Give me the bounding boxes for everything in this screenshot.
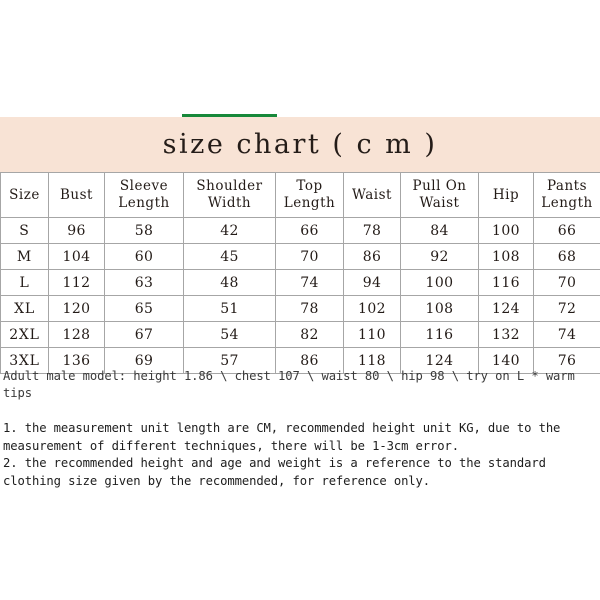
cell-sleeve-length: 60	[104, 243, 184, 270]
cell-top-length: 66	[275, 217, 344, 244]
table-row: L 112 63 48 74 94 100 116 70	[0, 269, 600, 296]
cell-hip: 116	[478, 269, 534, 296]
cell-waist: 94	[343, 269, 401, 296]
cell-top-length: 82	[275, 321, 344, 348]
note-item-1: 1. the measurement unit length are CM, r…	[3, 421, 561, 453]
column-header-waist: Waist	[343, 172, 401, 218]
cell-hip: 124	[478, 295, 534, 322]
cell-size: M	[0, 243, 49, 270]
cell-pull-on-waist: 84	[400, 217, 479, 244]
cell-shoulder-width: 45	[183, 243, 276, 270]
table-row: S 96 58 42 66 78 84 100 66	[0, 217, 600, 244]
cell-hip: 108	[478, 243, 534, 270]
cell-top-length: 70	[275, 243, 344, 270]
cell-bust: 96	[48, 217, 105, 244]
cell-waist: 110	[343, 321, 401, 348]
cell-bust: 112	[48, 269, 105, 296]
cell-pants-length: 72	[533, 295, 600, 322]
column-header-sleeve-length: Sleeve Length	[104, 172, 184, 218]
cell-pull-on-waist: 116	[400, 321, 479, 348]
table-row: M 104 60 45 70 86 92 108 68	[0, 243, 600, 270]
cell-size: L	[0, 269, 49, 296]
cell-shoulder-width: 42	[183, 217, 276, 244]
table-row: 2XL 128 67 54 82 110 116 132 74	[0, 321, 600, 348]
notes-spacer	[2, 402, 598, 420]
table-header-row: Size Bust Sleeve Length Shoulder Width T…	[0, 172, 600, 218]
column-header-hip: Hip	[478, 172, 534, 218]
cell-sleeve-length: 67	[104, 321, 184, 348]
column-header-pants-length: Pants Length	[533, 172, 600, 218]
cell-size: XL	[0, 295, 49, 322]
footnotes: Adult male model: height 1.86 \ chest 10…	[0, 368, 600, 490]
cell-shoulder-width: 51	[183, 295, 276, 322]
cell-sleeve-length: 58	[104, 217, 184, 244]
cell-pull-on-waist: 108	[400, 295, 479, 322]
column-header-shoulder-width: Shoulder Width	[183, 172, 276, 218]
page-title: size chart ( c m )	[162, 129, 438, 160]
cell-pants-length: 70	[533, 269, 600, 296]
cell-pants-length: 74	[533, 321, 600, 348]
cell-waist: 86	[343, 243, 401, 270]
cell-size: S	[0, 217, 49, 244]
cell-pants-length: 68	[533, 243, 600, 270]
table-row: XL 120 65 51 78 102 108 124 72	[0, 295, 600, 322]
note-item-2: 2. the recommended height and age and we…	[3, 456, 546, 488]
table-body: S 96 58 42 66 78 84 100 66 M 104 60 45 7…	[0, 217, 600, 374]
cell-shoulder-width: 48	[183, 269, 276, 296]
cell-hip: 100	[478, 217, 534, 244]
model-measurements-note: Adult male model: height 1.86 \ chest 10…	[3, 369, 575, 400]
cell-pull-on-waist: 92	[400, 243, 479, 270]
cell-pull-on-waist: 100	[400, 269, 479, 296]
size-chart-table: Size Bust Sleeve Length Shoulder Width T…	[0, 172, 600, 374]
cell-top-length: 74	[275, 269, 344, 296]
cell-bust: 120	[48, 295, 105, 322]
column-header-top-length: Top Length	[275, 172, 344, 218]
cell-size: 2XL	[0, 321, 49, 348]
cell-shoulder-width: 54	[183, 321, 276, 348]
cell-sleeve-length: 65	[104, 295, 184, 322]
column-header-size: Size	[0, 172, 49, 218]
cell-top-length: 78	[275, 295, 344, 322]
top-whitespace	[0, 0, 600, 115]
cell-waist: 102	[343, 295, 401, 322]
title-banner: size chart ( c m )	[0, 117, 600, 172]
cell-waist: 78	[343, 217, 401, 244]
size-chart-page: size chart ( c m ) Size Bust Sleeve Leng…	[0, 0, 600, 600]
column-header-bust: Bust	[48, 172, 105, 218]
cell-bust: 128	[48, 321, 105, 348]
table-header: Size Bust Sleeve Length Shoulder Width T…	[0, 172, 600, 218]
cell-sleeve-length: 63	[104, 269, 184, 296]
cell-pants-length: 66	[533, 217, 600, 244]
cell-bust: 104	[48, 243, 105, 270]
column-header-pull-on-waist: Pull On Waist	[400, 172, 479, 218]
cell-hip: 132	[478, 321, 534, 348]
